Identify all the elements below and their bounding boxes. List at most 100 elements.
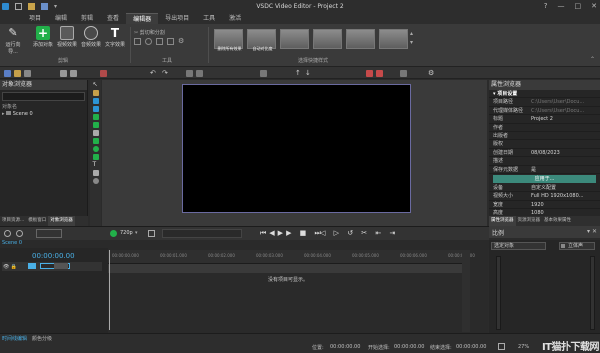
property-value[interactable]: 自定义配置 — [531, 184, 600, 191]
gear-icon[interactable]: ⚙ — [428, 70, 435, 77]
tab-color-grading[interactable]: 颜色分级 — [32, 335, 52, 342]
apply-button[interactable]: 应用于... — [493, 174, 596, 183]
cut-split-item[interactable]: ✂ 剪切和分割 — [134, 29, 204, 36]
window-controls-icon[interactable]: ▾ ✕ — [587, 228, 597, 235]
gear-icon[interactable]: ⚙ — [178, 38, 185, 45]
volume-slider[interactable] — [36, 229, 62, 238]
pen-icon[interactable] — [92, 90, 99, 96]
group-icon[interactable] — [260, 70, 267, 77]
tab-resource-browser[interactable]: 资源浏览器 — [516, 216, 543, 226]
minimize-icon[interactable]: — — [558, 2, 565, 10]
move-down-icon[interactable]: ↓ — [305, 70, 312, 77]
property-row[interactable]: 设备 自定义配置 — [489, 184, 600, 193]
style-thumb[interactable] — [379, 29, 408, 49]
playhead[interactable] — [109, 250, 110, 330]
crop-icon[interactable] — [134, 38, 141, 45]
property-row[interactable]: 保存元数据 是 — [489, 166, 600, 174]
chart-icon[interactable] — [92, 154, 99, 160]
tab-scene-0[interactable]: Scene 0 — [2, 240, 22, 246]
copy-icon[interactable] — [24, 70, 31, 77]
red-marker-icon[interactable] — [376, 70, 383, 77]
cut-icon[interactable] — [60, 70, 67, 77]
tab-timeline-edit[interactable]: 时间线编辑 — [2, 335, 27, 342]
tab-cut[interactable]: 剪辑 — [74, 13, 100, 24]
fullscreen-icon[interactable] — [148, 230, 155, 237]
video-effects-button[interactable]: 视频效果 — [56, 26, 78, 48]
tab-view[interactable]: 查看 — [100, 13, 126, 24]
property-row[interactable]: 创建日期 08/08/2023 — [489, 149, 600, 158]
video-canvas[interactable] — [182, 84, 411, 213]
audio-effects-button[interactable]: 音频效果 — [80, 26, 102, 48]
text-icon[interactable]: T — [93, 162, 99, 168]
move-up-icon[interactable]: ↑ — [295, 70, 302, 77]
property-value[interactable] — [531, 140, 600, 147]
distribute-icon[interactable] — [196, 70, 203, 77]
video-icon[interactable] — [92, 98, 99, 104]
property-row[interactable]: 作者 — [489, 124, 600, 132]
timeline-scrollbar[interactable] — [462, 250, 470, 332]
text-effects-button[interactable]: T 文字效果 — [104, 26, 126, 48]
property-value[interactable]: 是 — [531, 166, 600, 173]
meter-object-select[interactable]: 选定对象 — [491, 242, 546, 250]
tab-project[interactable]: 项目 — [22, 13, 48, 24]
property-value[interactable]: 08/08/2023 — [531, 149, 600, 156]
frame-step-controls[interactable]: ◁ ▷ ↺ ✂ ⇤ ⇥ — [320, 229, 398, 237]
snapshot-icon[interactable] — [16, 230, 23, 237]
layer-icon[interactable] — [400, 70, 407, 77]
style-thumb-remove-all[interactable]: 删除所有效果 — [214, 29, 243, 51]
undo-icon[interactable]: ↶ — [150, 70, 157, 77]
quality-select[interactable]: 720p — [120, 230, 133, 236]
tab-template-window[interactable]: 模板窗口 — [26, 216, 48, 226]
property-row[interactable]: 项目路径 C:\Users\User\Docu... — [489, 98, 600, 107]
property-row[interactable]: 视频大小 Full HD 1920x1080... — [489, 192, 600, 201]
property-value[interactable]: 1920 — [531, 201, 600, 208]
style-thumb-auto-contrast[interactable]: 自动对比度 — [247, 29, 276, 51]
blend-select[interactable] — [54, 263, 68, 269]
paste-icon[interactable] — [14, 70, 21, 77]
tab-project-resources[interactable]: 项目资源... — [0, 216, 26, 226]
tab-export[interactable]: 导出项目 — [158, 13, 196, 24]
property-row[interactable]: 宽度 1920 — [489, 201, 600, 210]
align-icon[interactable] — [186, 70, 193, 77]
image-icon[interactable] — [92, 106, 99, 112]
property-row[interactable]: 版权 — [489, 140, 600, 149]
fit-icon[interactable] — [498, 343, 505, 350]
delete-icon[interactable] — [100, 70, 107, 77]
visibility-icon[interactable]: 👁 🔒 — [3, 264, 17, 270]
maximize-icon[interactable]: □ — [575, 2, 582, 10]
property-value[interactable] — [531, 132, 600, 139]
speed-icon[interactable] — [167, 38, 174, 45]
ellipse-icon[interactable] — [92, 146, 99, 152]
timeline-track[interactable] — [108, 264, 468, 273]
scroll-down-icon[interactable]: ▾ — [410, 39, 413, 46]
line-icon[interactable] — [92, 130, 99, 136]
wizard-button[interactable]: ✎ 运行向导... — [2, 26, 24, 55]
list-item[interactable]: ▸ Scene 0 — [0, 111, 87, 119]
close-icon[interactable]: ✕ — [591, 2, 597, 10]
property-value[interactable] — [531, 124, 600, 131]
subtitle-icon[interactable] — [92, 122, 99, 128]
select-icon[interactable] — [4, 70, 11, 77]
tab-tools[interactable]: 工具 — [196, 13, 222, 24]
transport-controls[interactable]: ⏮◀▶▶ ■ ⏭ — [260, 229, 324, 238]
rectangle-icon[interactable] — [92, 138, 99, 144]
tab-activate[interactable]: 激活 — [222, 13, 248, 24]
property-row[interactable]: 标题 Project 2 — [489, 115, 600, 124]
style-thumb[interactable] — [313, 29, 342, 49]
property-row[interactable]: 代理媒体路径 C:\Users\User\Docu... — [489, 107, 600, 116]
collapse-ribbon-icon[interactable]: ⌃ — [590, 56, 595, 63]
object-search-input[interactable] — [2, 92, 85, 101]
flip-icon[interactable] — [156, 38, 163, 45]
cursor-icon[interactable]: ↖ — [93, 82, 99, 88]
redo-icon[interactable]: ↷ — [162, 70, 169, 77]
expand-icon[interactable]: ▸ — [2, 111, 5, 117]
tab-editor[interactable]: 编辑器 — [126, 13, 159, 24]
property-row[interactable]: 出版者 — [489, 132, 600, 141]
property-value[interactable]: C:\Users\User\Docu... — [531, 107, 600, 114]
record-icon[interactable] — [4, 230, 11, 237]
shape-icon[interactable] — [92, 170, 99, 176]
red-marker-icon[interactable] — [366, 70, 373, 77]
help-icon[interactable]: ? — [544, 2, 548, 10]
property-value[interactable]: Project 2 — [531, 115, 600, 122]
chevron-down-icon[interactable]: ▾ — [135, 230, 138, 236]
